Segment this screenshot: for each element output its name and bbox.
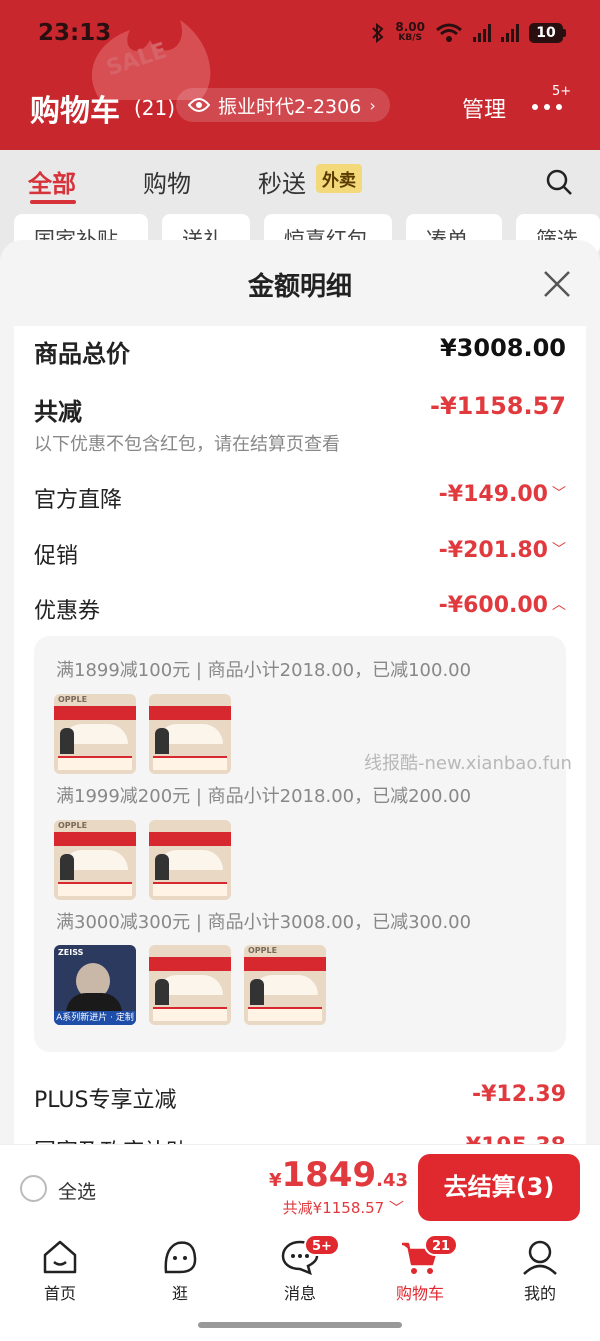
- watermark: 线报酷-new.xianbao.fun: [364, 753, 572, 774]
- saved-amount-toggle[interactable]: 共减¥1158.57 ﹀: [283, 1197, 404, 1218]
- browse-mascot-icon: [164, 1241, 197, 1274]
- discount-value: -¥600.00 ︿: [438, 593, 566, 618]
- chevron-right-icon: ›: [369, 95, 376, 115]
- home-icon: [43, 1240, 77, 1274]
- chevron-down-icon: ﹀: [552, 486, 566, 502]
- product-thumbnail[interactable]: OPPLE: [244, 945, 326, 1025]
- tab-shopping[interactable]: 购物: [143, 164, 191, 199]
- manage-button[interactable]: 管理: [462, 92, 506, 124]
- tabbar-cart[interactable]: 21 购物车: [360, 1234, 480, 1308]
- plus-discount-label: PLUS专享立减: [34, 1088, 177, 1113]
- amount-detail-card: 商品总价 ¥3008.00 共减 -¥1158.57 以下优惠不包含红包，请在结…: [14, 326, 586, 1146]
- product-thumbnail[interactable]: [149, 945, 231, 1025]
- home-indicator[interactable]: [198, 1322, 402, 1328]
- discount-label: 官方直降: [34, 488, 123, 513]
- status-bar: 23:13 8.00 KB/S 10: [0, 0, 600, 70]
- cart-count: (21): [134, 96, 176, 120]
- page-title: 购物车: [30, 94, 120, 129]
- plus-discount-value: -¥12.39: [471, 1082, 566, 1107]
- takeout-badge: 外卖: [316, 164, 362, 193]
- tab-instant[interactable]: 秒送: [258, 164, 306, 199]
- product-thumbnail[interactable]: OPPLE: [54, 694, 136, 774]
- cart-badge: 21: [424, 1234, 459, 1256]
- network-speed: 8.00 KB/S: [395, 20, 425, 43]
- reduce-note: 以下优惠不包含红包，请在结算页查看: [34, 434, 340, 455]
- select-all-label[interactable]: 全选: [58, 1177, 96, 1204]
- messages-badge: 5+: [304, 1234, 340, 1256]
- total-price-value: ¥3008.00: [439, 334, 566, 362]
- signal-5g-icon: [473, 24, 491, 42]
- coupon-detail-box: 满1899减100元 | 商品小计2018.00，已减100.00 OPPLE …: [34, 636, 566, 1052]
- profile-icon: [523, 1240, 557, 1275]
- more-dots-icon: [532, 104, 562, 110]
- wifi-icon: [436, 23, 462, 42]
- tabbar-home[interactable]: 首页: [0, 1238, 120, 1308]
- chevron-down-icon: ﹀: [552, 542, 566, 558]
- coupon-group-label: 满1999减200元 | 商品小计2018.00，已减200.00: [56, 786, 472, 807]
- more-button[interactable]: 5+: [530, 84, 571, 120]
- more-badge: 5+: [552, 84, 572, 99]
- product-thumbnail[interactable]: [149, 820, 231, 900]
- sheet-title: 金额明细: [247, 272, 352, 302]
- total-price-label: 商品总价: [34, 340, 130, 368]
- total-reduce-value: -¥1158.57: [430, 392, 566, 420]
- product-thumbnail[interactable]: [149, 694, 231, 774]
- discount-label: 促销: [34, 544, 79, 569]
- product-thumbnail[interactable]: OPPLE: [54, 820, 136, 900]
- battery-icon: 10: [529, 23, 566, 43]
- address-selector[interactable]: 振业时代2-2306 ›: [176, 88, 390, 122]
- select-all-checkbox[interactable]: [20, 1175, 47, 1202]
- checkout-bar: 全选 ¥1849.43 共减¥1158.57 ﹀ 去结算(3): [0, 1144, 600, 1230]
- eye-icon: [188, 98, 210, 112]
- tabbar-messages[interactable]: 5+ 消息: [240, 1234, 360, 1308]
- address-text: 振业时代2-2306: [218, 95, 362, 118]
- status-icons: 8.00 KB/S 10: [371, 20, 566, 44]
- discount-value: -¥201.80 ﹀: [438, 538, 566, 563]
- discount-value: -¥149.00 ﹀: [438, 482, 566, 507]
- tab-all[interactable]: 全部: [28, 164, 76, 199]
- status-time: 23:13: [38, 20, 112, 46]
- total-price: ¥1849.43: [268, 1155, 408, 1195]
- tabbar-profile[interactable]: 我的: [480, 1238, 600, 1308]
- tab-active-indicator: [30, 200, 76, 204]
- checkout-button[interactable]: 去结算(3): [418, 1154, 580, 1221]
- chevron-up-icon: ︿: [552, 597, 566, 613]
- search-icon[interactable]: [545, 168, 573, 196]
- discount-label: 优惠券: [34, 599, 101, 624]
- coupon-group-label: 满3000减300元 | 商品小计3008.00，已减300.00: [56, 912, 472, 933]
- total-reduce-label: 共减: [34, 398, 82, 426]
- bluetooth-icon: [372, 23, 384, 43]
- coupon-group-label: 满1899减100元 | 商品小计2018.00，已减100.00: [56, 660, 472, 681]
- cart-header: 购物车 (21) 振业时代2-2306 › 管理 5+: [0, 84, 600, 129]
- signal-5g-icon-2: [501, 24, 519, 42]
- tabbar-browse[interactable]: 逛: [120, 1238, 240, 1308]
- close-icon[interactable]: [541, 268, 573, 300]
- product-thumbnail-lens[interactable]: ZEISS A系列新进片 · 定制: [54, 945, 136, 1025]
